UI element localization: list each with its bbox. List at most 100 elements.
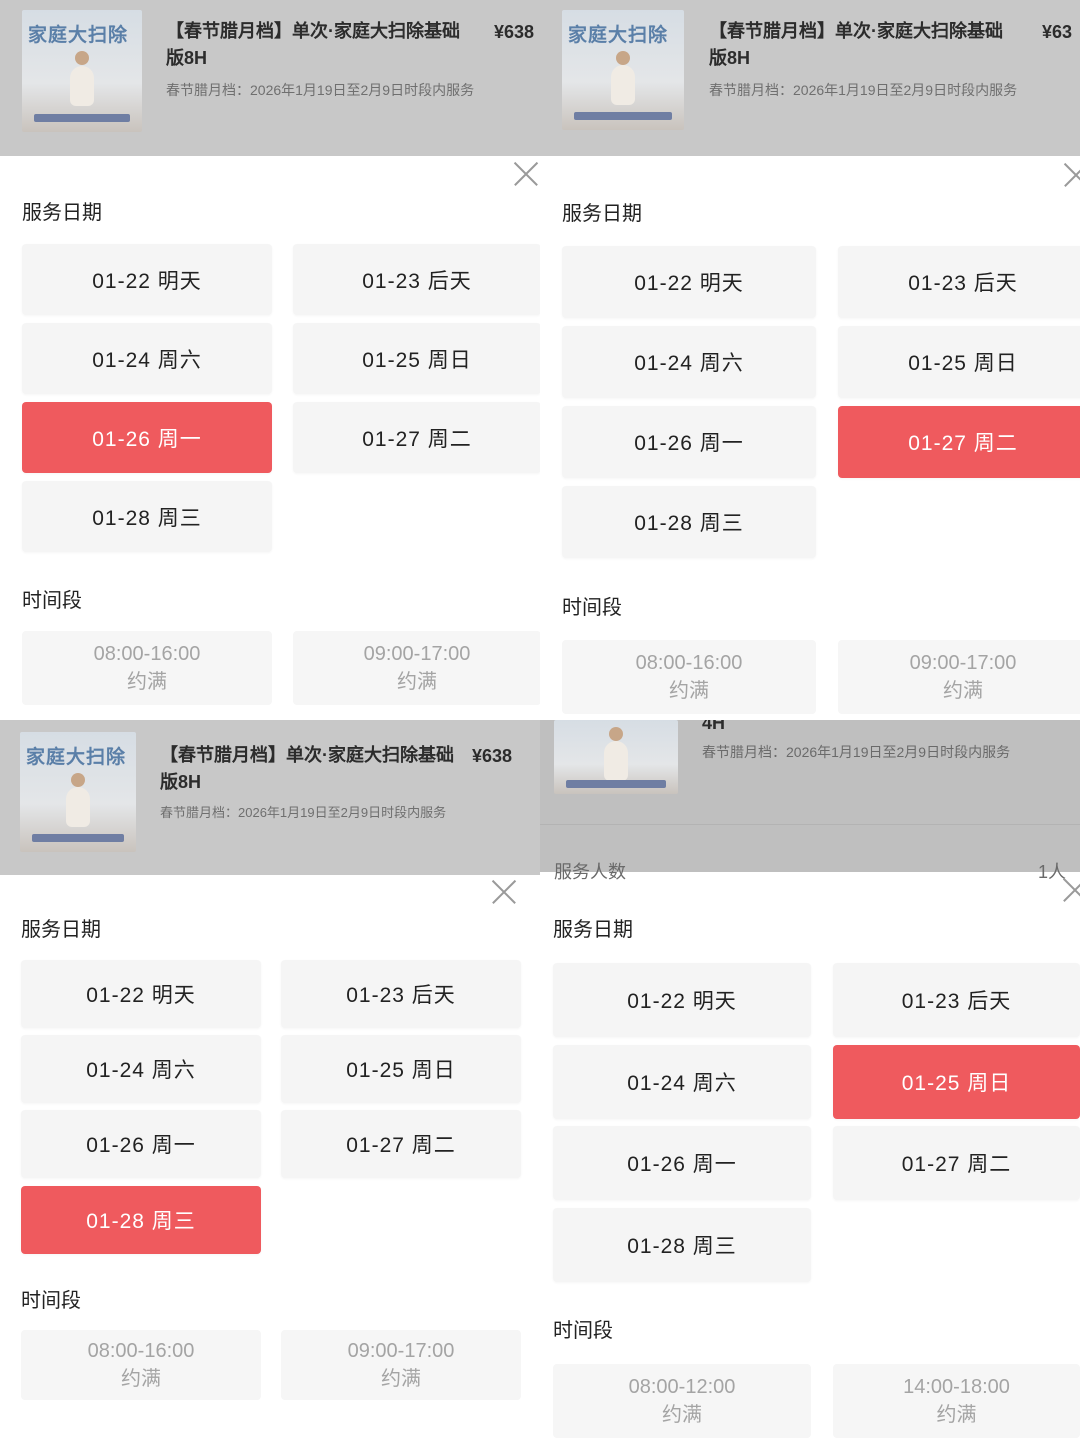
time-slot-full[interactable]: 09:00-17:00 约满	[838, 640, 1080, 714]
figure-head	[615, 50, 630, 65]
product-subtitle: 春节腊月档：2026年1月19日至2月9日时段内服务	[709, 82, 1018, 98]
time-slot-status: 约满	[397, 671, 437, 693]
date-tile[interactable]: 01-28 周三	[553, 1208, 811, 1282]
date-tile[interactable]: 01-23 后天	[838, 246, 1080, 318]
time-slot-status: 约满	[121, 1368, 161, 1390]
product-header: 家庭大扫除 【春节腊月档】单次·家庭大扫除基础 版8H ¥63 春节腊月档：20…	[540, 0, 1080, 156]
product-price: ¥63	[1042, 22, 1073, 42]
figure-head	[608, 727, 623, 742]
panel-date-picker-1: 家庭大扫除 【春节腊月档】单次·家庭大扫除基础 版8H ¥638 春节腊月档：2…	[0, 0, 540, 720]
product-title-line1: 【春节腊月档】单次·家庭大扫除基础	[160, 745, 454, 765]
time-slot-range: 14:00-18:00	[903, 1376, 1010, 1398]
section-title-date: 服务日期	[21, 919, 101, 941]
peek-divider	[540, 824, 1080, 825]
product-title-line1: 【春节腊月档】单次·家庭大扫除基础	[166, 21, 460, 41]
product-brand-logo: 家庭大扫除	[568, 24, 669, 46]
time-slot-full[interactable]: 09:00-17:00 约满	[293, 631, 540, 705]
date-tile[interactable]: 01-22 明天	[553, 963, 811, 1037]
product-title: 【春节腊月档】单次·家庭大扫除基础 版8H	[709, 18, 1029, 72]
section-title-time: 时间段	[21, 1290, 81, 1312]
product-title-fragment: 4H	[702, 720, 726, 733]
product-thumbnail: 家庭大扫除	[562, 10, 684, 130]
date-tile-selected[interactable]: 01-25 周日	[833, 1045, 1080, 1119]
section-title-date: 服务日期	[553, 919, 633, 941]
time-slot-full[interactable]: 08:00-12:00 约满	[553, 1364, 811, 1438]
date-tile[interactable]: 01-25 周日	[838, 326, 1080, 398]
time-slot-status: 约满	[662, 1404, 702, 1426]
date-tile-selected[interactable]: 01-26 周一	[22, 402, 272, 473]
product-brand-logo: 家庭大扫除	[28, 24, 129, 46]
date-tile[interactable]: 01-27 周二	[833, 1126, 1080, 1200]
product-title-line2: 版8H	[709, 48, 751, 68]
product-header: 家庭大扫除 【春节腊月档】单次·家庭大扫除基础 版8H ¥638 春节腊月档：2…	[0, 0, 540, 156]
yoga-mat	[574, 112, 672, 121]
yoga-mat	[31, 834, 125, 843]
date-tile[interactable]: 01-23 后天	[281, 960, 521, 1028]
time-slot-full[interactable]: 08:00-16:00 约满	[21, 1330, 261, 1400]
date-tile[interactable]: 01-22 明天	[22, 244, 272, 315]
date-tile[interactable]: 01-24 周六	[22, 323, 272, 394]
time-slot-full[interactable]: 09:00-17:00 约满	[281, 1330, 521, 1400]
figure-body	[603, 740, 628, 781]
product-thumbnail: 家庭大扫除	[20, 732, 136, 852]
figure-body	[610, 65, 635, 106]
time-slot-status: 约满	[936, 1404, 977, 1426]
date-tile[interactable]: 01-23 后天	[833, 963, 1080, 1037]
time-slot-status: 约满	[381, 1368, 421, 1390]
figure-body	[66, 787, 91, 828]
time-slot-range: 09:00-17:00	[347, 1340, 455, 1362]
close-icon[interactable]	[491, 879, 517, 905]
date-tile[interactable]: 01-24 周六	[553, 1045, 811, 1119]
close-icon[interactable]	[1063, 162, 1080, 188]
figure-head	[74, 51, 89, 66]
date-tile[interactable]: 01-24 周六	[562, 326, 816, 398]
date-tile[interactable]: 01-26 周一	[553, 1126, 811, 1200]
time-slot-range: 08:00-16:00	[87, 1340, 195, 1362]
section-title-date: 服务日期	[562, 203, 642, 225]
time-slot-range: 09:00-17:00	[363, 643, 471, 665]
product-brand-logo: 家庭大扫除	[26, 746, 127, 768]
panel-date-picker-3: 家庭大扫除 【春节腊月档】单次·家庭大扫除基础 版8H ¥638 春节腊月档：2…	[0, 720, 540, 1440]
time-slot-range: 08:00-16:00	[93, 643, 201, 665]
date-tile[interactable]: 01-26 周一	[562, 406, 816, 478]
close-icon[interactable]	[513, 161, 539, 187]
close-icon[interactable]	[1062, 877, 1080, 903]
figure-head	[71, 772, 86, 787]
section-title-date: 服务日期	[22, 202, 102, 224]
yoga-mat	[34, 114, 130, 123]
panel-date-picker-2: 家庭大扫除 【春节腊月档】单次·家庭大扫除基础 版8H ¥63 春节腊月档：20…	[540, 0, 1080, 720]
product-header-peek: 4H 春节腊月档：2026年1月19日至2月9日时段内服务 服务人数 1人	[540, 720, 1080, 882]
date-tile[interactable]: 01-23 后天	[293, 244, 540, 315]
time-slot-full[interactable]: 08:00-16:00 约满	[562, 640, 816, 714]
date-tile[interactable]: 01-28 周三	[562, 486, 816, 558]
section-title-time: 时间段	[562, 597, 622, 619]
section-title-time: 时间段	[553, 1320, 613, 1342]
product-price: ¥638	[472, 746, 513, 766]
product-title-line2: 版8H	[160, 772, 202, 792]
product-thumbnail: 家庭大扫除	[22, 10, 142, 132]
date-tile[interactable]: 01-22 明天	[562, 246, 816, 318]
time-slot-full[interactable]: 14:00-18:00 约满	[833, 1364, 1080, 1438]
product-title-line2: 版8H	[166, 48, 208, 68]
panel-date-picker-4: 4H 春节腊月档：2026年1月19日至2月9日时段内服务 服务人数 1人 服务…	[540, 720, 1080, 1440]
product-price: ¥638	[494, 22, 535, 42]
date-tile[interactable]: 01-28 周三	[22, 481, 272, 552]
figure-body	[70, 66, 94, 107]
date-tile[interactable]: 01-24 周六	[21, 1035, 261, 1103]
product-thumbnail	[554, 720, 678, 794]
date-tile[interactable]: 01-25 周日	[293, 323, 540, 394]
time-slot-range: 09:00-17:00	[909, 652, 1017, 674]
date-tile[interactable]: 01-26 周一	[21, 1110, 261, 1178]
product-subtitle: 春节腊月档：2026年1月19日至2月9日时段内服务	[160, 805, 447, 820]
time-slot-status: 约满	[669, 680, 709, 702]
date-tile-selected[interactable]: 01-27 周二	[838, 406, 1080, 478]
date-tile[interactable]: 01-27 周二	[281, 1110, 521, 1178]
product-subtitle: 春节腊月档：2026年1月19日至2月9日时段内服务	[166, 82, 475, 98]
date-tile-selected[interactable]: 01-28 周三	[21, 1186, 261, 1254]
time-slot-full[interactable]: 08:00-16:00 约满	[22, 631, 272, 705]
product-header: 家庭大扫除 【春节腊月档】单次·家庭大扫除基础 版8H ¥638 春节腊月档：2…	[0, 720, 540, 875]
date-tile[interactable]: 01-27 周二	[293, 402, 540, 473]
date-tile[interactable]: 01-22 明天	[21, 960, 261, 1028]
yoga-mat	[566, 780, 666, 789]
date-tile[interactable]: 01-25 周日	[281, 1035, 521, 1103]
